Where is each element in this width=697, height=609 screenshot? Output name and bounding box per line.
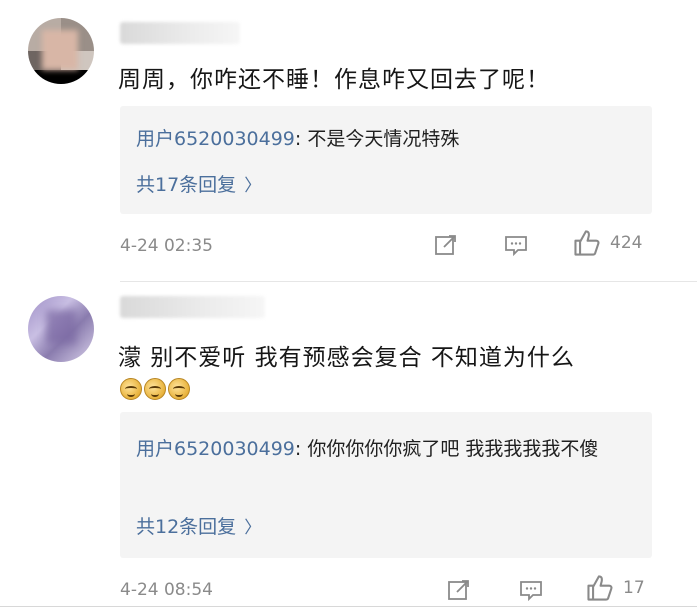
username-blurred[interactable] [120,22,240,44]
reply-separator: : [294,128,308,150]
reply-separator: : [294,438,308,460]
view-replies-label: 共17条回复 [136,174,237,196]
reply-text: 不是今天情况特殊 [307,128,460,150]
thumbs-up-icon [574,230,600,256]
avatar[interactable] [28,18,94,84]
like-button[interactable]: 17 [585,573,645,603]
chevron-right-icon: 〉 [244,518,262,538]
thumbs-up-icon [587,575,613,601]
laugh-cry-icon [144,378,166,400]
reply-username[interactable]: 用户6520030499 [136,438,295,460]
view-replies-link[interactable]: 共17条回复〉 [136,170,261,197]
comment-item: 周周，你咋还不睡！作息咋又回去了呢！ 用户6520030499: 不是今天情况特… [0,0,697,282]
reply-preview-box[interactable]: 用户6520030499: 不是今天情况特殊 共17条回复〉 [120,106,652,214]
username-blurred[interactable] [120,296,265,318]
view-replies-label: 共12条回复 [136,516,237,538]
share-button[interactable] [433,232,459,258]
like-count: 424 [610,233,643,253]
view-replies-link[interactable]: 共12条回复〉 [136,512,261,539]
like-count: 17 [623,578,645,598]
reply-username[interactable]: 用户6520030499 [136,128,295,150]
reply-line: 用户6520030499: 你你你你你疯了吧 我我我我我不傻 [136,434,636,464]
comment-icon [520,581,542,602]
comment-timestamp: 4-24 02:35 [120,236,213,256]
avatar[interactable] [28,296,94,362]
comment-text: 周周，你咋还不睡！作息咋又回去了呢！ [118,67,550,93]
like-button[interactable]: 424 [572,228,642,258]
share-icon [448,580,469,600]
comment-timestamp: 4-24 08:54 [120,580,213,600]
reply-preview-box[interactable]: 用户6520030499: 你你你你你疯了吧 我我我我我不傻 共12条回复〉 [120,412,652,558]
reply-text: 你你你你你疯了吧 我我我我我不傻 [307,438,599,460]
share-button[interactable] [446,577,472,603]
comment-text: 濛 别不爱听 我有预感会复合 不知道为什么 [118,345,575,371]
comment-button[interactable] [503,232,529,258]
bottom-divider [0,606,697,607]
chevron-right-icon: 〉 [244,176,262,196]
share-icon [435,235,456,255]
emoji-group [120,378,190,400]
reply-line: 用户6520030499: 不是今天情况特殊 [136,124,459,154]
comment-icon [505,236,527,257]
comment-button[interactable] [518,577,544,603]
laugh-cry-icon [120,378,142,400]
laugh-cry-icon [168,378,190,400]
